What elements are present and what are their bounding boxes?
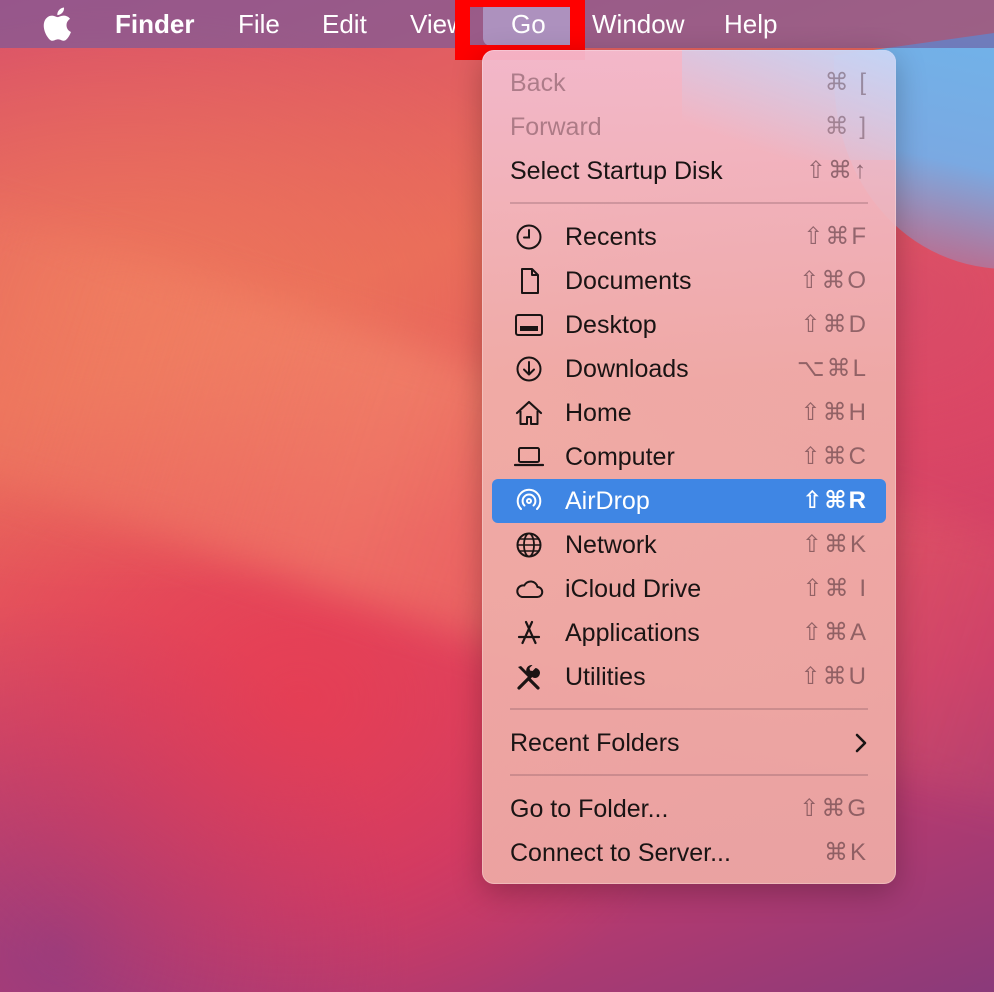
menu-item-shortcut: ⇧⌘D (800, 311, 868, 338)
menu-item-computer[interactable]: Computer ⇧⌘C (492, 435, 886, 479)
menu-item-label: Documents (565, 267, 692, 295)
menu-item-applications[interactable]: Applications ⇧⌘A (492, 611, 886, 655)
laptop-icon (514, 443, 544, 471)
menu-item-label: Forward (510, 113, 602, 141)
menu-item-shortcut: ⇧⌘H (800, 399, 868, 426)
airdrop-icon (514, 487, 544, 515)
menu-item-label: Downloads (565, 355, 689, 383)
menu-item-shortcut: ⇧⌘↑ (805, 157, 868, 184)
menu-item-shortcut: ⇧⌘R (802, 487, 868, 514)
menu-item-shortcut: ⇧⌘K (801, 531, 868, 558)
menu-item-forward[interactable]: Forward ⌘ ] (492, 105, 886, 149)
menu-item-shortcut: ⇧⌘G (799, 795, 868, 822)
menubar-help[interactable]: Help (724, 0, 777, 48)
menu-item-select-startup-disk[interactable]: Select Startup Disk ⇧⌘↑ (492, 149, 886, 193)
menu-item-label: Recents (565, 223, 657, 251)
menu-item-label: AirDrop (565, 487, 650, 515)
menu-separator (510, 708, 868, 710)
menu-item-go-to-folder[interactable]: Go to Folder... ⇧⌘G (492, 787, 886, 831)
menu-item-label: Computer (565, 443, 675, 471)
menu-item-shortcut: ⌘K (823, 839, 868, 866)
menu-item-utilities[interactable]: Utilities ⇧⌘U (492, 655, 886, 699)
menu-item-recent-folders[interactable]: Recent Folders (492, 721, 886, 765)
menu-item-desktop[interactable]: Desktop ⇧⌘D (492, 303, 886, 347)
menu-item-home[interactable]: Home ⇧⌘H (492, 391, 886, 435)
menu-item-shortcut: ⇧⌘A (801, 619, 868, 646)
clock-icon (514, 223, 544, 251)
menu-item-label: Utilities (565, 663, 646, 691)
home-icon (514, 399, 544, 427)
menu-item-label: Go to Folder... (510, 795, 669, 823)
menu-item-shortcut: ⇧⌘C (800, 443, 868, 470)
apple-logo-icon[interactable] (40, 6, 72, 42)
menu-item-shortcut: ⌥⌘L (796, 355, 868, 382)
menu-item-network[interactable]: Network ⇧⌘K (492, 523, 886, 567)
utilities-icon (514, 663, 544, 691)
menu-item-documents[interactable]: Documents ⇧⌘O (492, 259, 886, 303)
menu-item-airdrop[interactable]: AirDrop ⇧⌘R (492, 479, 886, 523)
menu-item-downloads[interactable]: Downloads ⌥⌘L (492, 347, 886, 391)
menu-item-shortcut: ⇧⌘U (800, 663, 868, 690)
go-menu-dropdown: Back ⌘ [ Forward ⌘ ] Select Startup Disk… (482, 50, 896, 884)
download-icon (514, 355, 544, 383)
menu-item-label: iCloud Drive (565, 575, 702, 603)
menu-item-label: Applications (565, 619, 700, 647)
menu-item-label: Desktop (565, 311, 657, 339)
globe-icon (514, 531, 544, 559)
menu-item-shortcut: ⇧⌘F (803, 223, 868, 250)
desktop-icon (514, 311, 544, 339)
menu-item-shortcut: ⇧⌘ I (802, 575, 868, 602)
chevron-right-icon (854, 732, 868, 754)
menu-item-shortcut: ⌘ [ (824, 69, 868, 96)
menu-item-label: Recent Folders (510, 729, 680, 757)
menu-item-icloud-drive[interactable]: iCloud Drive ⇧⌘ I (492, 567, 886, 611)
cloud-icon (514, 575, 544, 603)
menu-item-label: Select Startup Disk (510, 157, 723, 185)
menu-item-label: Network (565, 531, 657, 559)
menu-item-shortcut: ⇧⌘O (799, 267, 868, 294)
document-icon (514, 267, 544, 295)
menu-item-back[interactable]: Back ⌘ [ (492, 61, 886, 105)
menubar-window[interactable]: Window (592, 0, 684, 48)
menu-item-label: Home (565, 399, 632, 427)
menubar-file[interactable]: File (238, 0, 280, 48)
menu-item-recents[interactable]: Recents ⇧⌘F (492, 215, 886, 259)
menu-separator (510, 774, 868, 776)
applications-icon (514, 619, 544, 647)
menu-item-label: Back (510, 69, 566, 97)
menu-separator (510, 202, 868, 204)
menubar-edit[interactable]: Edit (322, 0, 367, 48)
menu-item-connect-to-server[interactable]: Connect to Server... ⌘K (492, 831, 886, 875)
menu-item-label: Connect to Server... (510, 839, 731, 867)
menubar-finder[interactable]: Finder (115, 0, 194, 48)
menu-item-shortcut: ⌘ ] (824, 113, 868, 140)
